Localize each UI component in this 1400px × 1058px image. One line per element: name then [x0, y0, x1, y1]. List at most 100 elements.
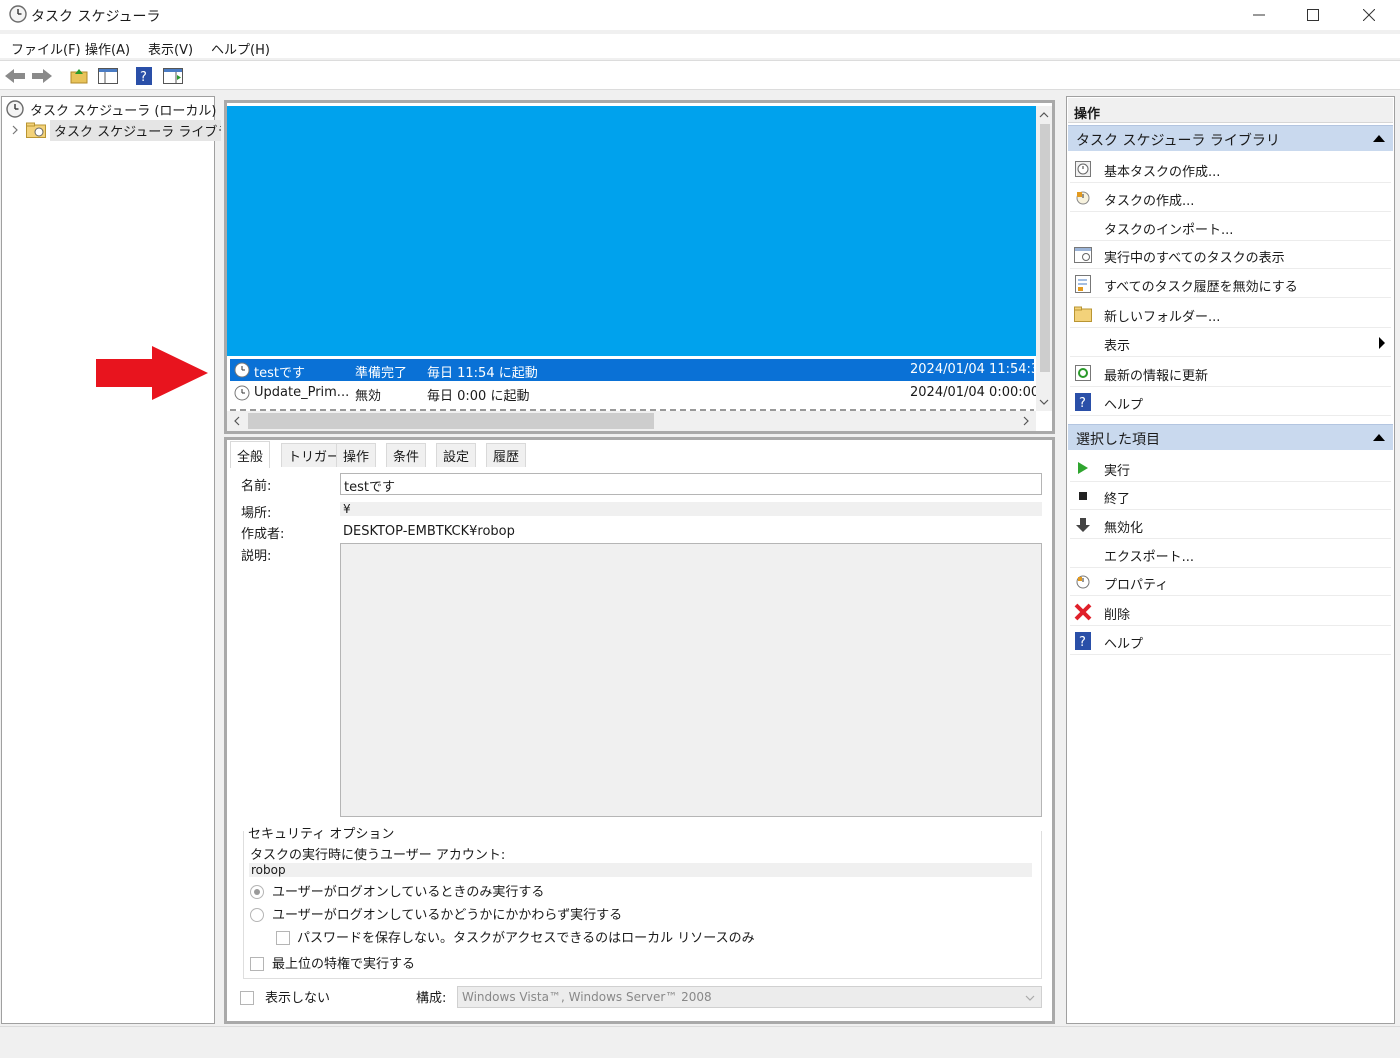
action-delete[interactable]: 削除 [1070, 597, 1391, 626]
console-tree-icon [98, 68, 118, 84]
highest-privileges-checkbox[interactable] [250, 957, 264, 971]
scroll-down-icon[interactable] [1036, 395, 1052, 409]
console-tree-pane: タスク スケジューラ (ローカル) タスク スケジューラ ライブラリ [1, 96, 248, 1024]
radio-logged-on-only-label: ユーザーがログオンしているときのみ実行する [272, 885, 545, 900]
action-export[interactable]: エクスポート... [1070, 539, 1391, 568]
tab-general[interactable]: 全般 [230, 441, 271, 468]
name-field[interactable]: testです [340, 473, 1042, 495]
tree-item-task-scheduler-library[interactable]: タスク スケジューラ ライブラリ [10, 119, 248, 141]
forward-button[interactable] [31, 65, 53, 87]
task-row-selected[interactable]: testです 準備完了 毎日 11:54 に起動 2024/01/04 11:5… [230, 359, 1047, 381]
description-field[interactable] [340, 543, 1042, 817]
vertical-scroll-thumb[interactable] [1040, 124, 1050, 372]
minimize-icon [1253, 14, 1265, 16]
action-view[interactable]: 表示 [1070, 328, 1391, 357]
tree-item-task-scheduler-local[interactable]: タスク スケジューラ (ローカル) [6, 99, 217, 119]
scroll-up-icon[interactable] [1036, 108, 1052, 122]
tab-settings[interactable]: 設定 [436, 443, 477, 467]
account-label: タスクの実行時に使うユーザー アカウント: [250, 848, 506, 863]
security-options-title: セキュリティ オプション [248, 823, 398, 842]
task-list-highlight-area [227, 106, 1036, 356]
hidden-checkbox[interactable] [240, 991, 254, 1005]
action-label: すべてのタスク履歴を無効にする [1104, 280, 1298, 295]
radio-run-whether-logged-on-label: ユーザーがログオンしているかどうかにかかわらず実行する [272, 908, 623, 923]
author-field: DESKTOP-EMBTKCK¥robop [343, 524, 515, 539]
actions-header: 操作 [1068, 98, 1393, 123]
svg-text:?: ? [1079, 396, 1086, 411]
up-folder-icon [70, 69, 88, 84]
radio-run-whether-logged-on[interactable] [250, 908, 264, 922]
task-row[interactable]: Update_Prim... 無効 毎日 0:00 に起動 2024/01/04… [230, 382, 1039, 404]
action-label: 実行中のすべてのタスクの表示 [1104, 251, 1285, 266]
task-clock-icon [234, 385, 250, 401]
close-button[interactable] [1346, 0, 1392, 30]
horizontal-scroll-thumb[interactable] [248, 413, 654, 429]
action-label: タスクのインポート... [1104, 223, 1234, 238]
library-section-header[interactable]: タスク スケジューラ ライブラリ [1068, 125, 1393, 151]
action-label: エクスポート... [1104, 550, 1195, 565]
svg-text:?: ? [140, 70, 147, 85]
action-label: 無効化 [1104, 521, 1144, 536]
minimize-button[interactable] [1236, 0, 1282, 30]
selected-item-section-title: 選択した項目 [1076, 432, 1160, 448]
menu-file[interactable]: ファイル(F) [11, 39, 81, 58]
action-help[interactable]: ? ヘルプ [1070, 387, 1391, 416]
show-hide-action-pane-button[interactable] [162, 65, 184, 87]
back-arrow-icon [5, 69, 25, 83]
close-icon [1363, 9, 1375, 21]
menu-help[interactable]: ヘルプ(H) [211, 39, 270, 58]
highest-privileges-label: 最上位の特権で実行する [272, 957, 416, 972]
action-show-running-tasks[interactable]: 実行中のすべてのタスクの表示 [1070, 240, 1391, 269]
action-disable-all-history[interactable]: すべてのタスク履歴を無効にする [1070, 269, 1391, 298]
up-folder-button[interactable] [68, 65, 90, 87]
action-label: 削除 [1104, 608, 1131, 623]
chevron-right-icon[interactable] [10, 125, 20, 135]
config-select-value: Windows Vista™, Windows Server™ 2008 [462, 990, 712, 1004]
action-refresh[interactable]: 最新の情報に更新 [1070, 358, 1391, 387]
name-label: 名前: [241, 479, 272, 494]
action-import-task[interactable]: タスクのインポート... [1070, 212, 1391, 241]
library-section-title: タスク スケジューラ ライブラリ [1076, 133, 1280, 149]
action-label: 新しいフォルダー... [1104, 310, 1221, 325]
scroll-right-icon[interactable] [1019, 411, 1033, 431]
back-button[interactable] [4, 65, 26, 87]
action-help-selected[interactable]: ? ヘルプ [1070, 626, 1391, 655]
toolbar: ? [0, 60, 1400, 90]
action-end[interactable]: 終了 [1070, 481, 1391, 510]
action-disable[interactable]: 無効化 [1070, 510, 1391, 539]
create-task-icon [1074, 189, 1092, 207]
history-icon [1074, 275, 1092, 293]
help-icon: ? [136, 67, 152, 85]
tab-conditions[interactable]: 条件 [386, 443, 427, 467]
no-password-checkbox[interactable] [276, 931, 290, 945]
show-hide-tree-button[interactable] [97, 65, 119, 87]
action-properties[interactable]: プロパティ [1070, 567, 1391, 596]
selected-item-section-header[interactable]: 選択した項目 [1068, 424, 1393, 450]
action-run[interactable]: 実行 [1070, 453, 1391, 482]
collapse-icon[interactable] [1373, 135, 1385, 142]
task-scheduler-window: タスク スケジューラ ファイル(F) 操作(A) 表示(V) ヘルプ(H) ? … [0, 0, 1400, 1058]
action-new-folder[interactable]: 新しいフォルダー... [1070, 299, 1391, 328]
task-clock-icon [234, 362, 250, 378]
config-label: 構成: [416, 991, 447, 1006]
menu-bar: ファイル(F) 操作(A) 表示(V) ヘルプ(H) [0, 34, 1400, 58]
action-label: プロパティ [1104, 578, 1169, 593]
menu-view[interactable]: 表示(V) [148, 39, 193, 58]
submenu-arrow-icon [1379, 337, 1385, 349]
task-trigger: 毎日 11:54 に起動 [427, 366, 538, 381]
tab-actions[interactable]: 操作 [336, 443, 377, 467]
help-icon: ? [1074, 393, 1092, 411]
radio-logged-on-only[interactable] [250, 885, 264, 899]
menu-action[interactable]: 操作(A) [85, 39, 130, 58]
action-create-basic-task[interactable]: 基本タスクの作成... [1070, 154, 1391, 183]
tab-history[interactable]: 履歴 [486, 443, 527, 467]
action-create-task[interactable]: タスクの作成... [1070, 183, 1391, 212]
action-label: 実行 [1104, 464, 1131, 479]
window-title: タスク スケジューラ [31, 9, 161, 25]
task-name: Update_Prim... [254, 385, 350, 400]
maximize-button[interactable] [1290, 0, 1336, 30]
help-toolbar-button[interactable]: ? [133, 65, 155, 87]
collapse-icon[interactable] [1373, 434, 1385, 441]
scroll-left-icon[interactable] [230, 411, 244, 431]
config-select[interactable]: Windows Vista™, Windows Server™ 2008 [457, 986, 1042, 1008]
